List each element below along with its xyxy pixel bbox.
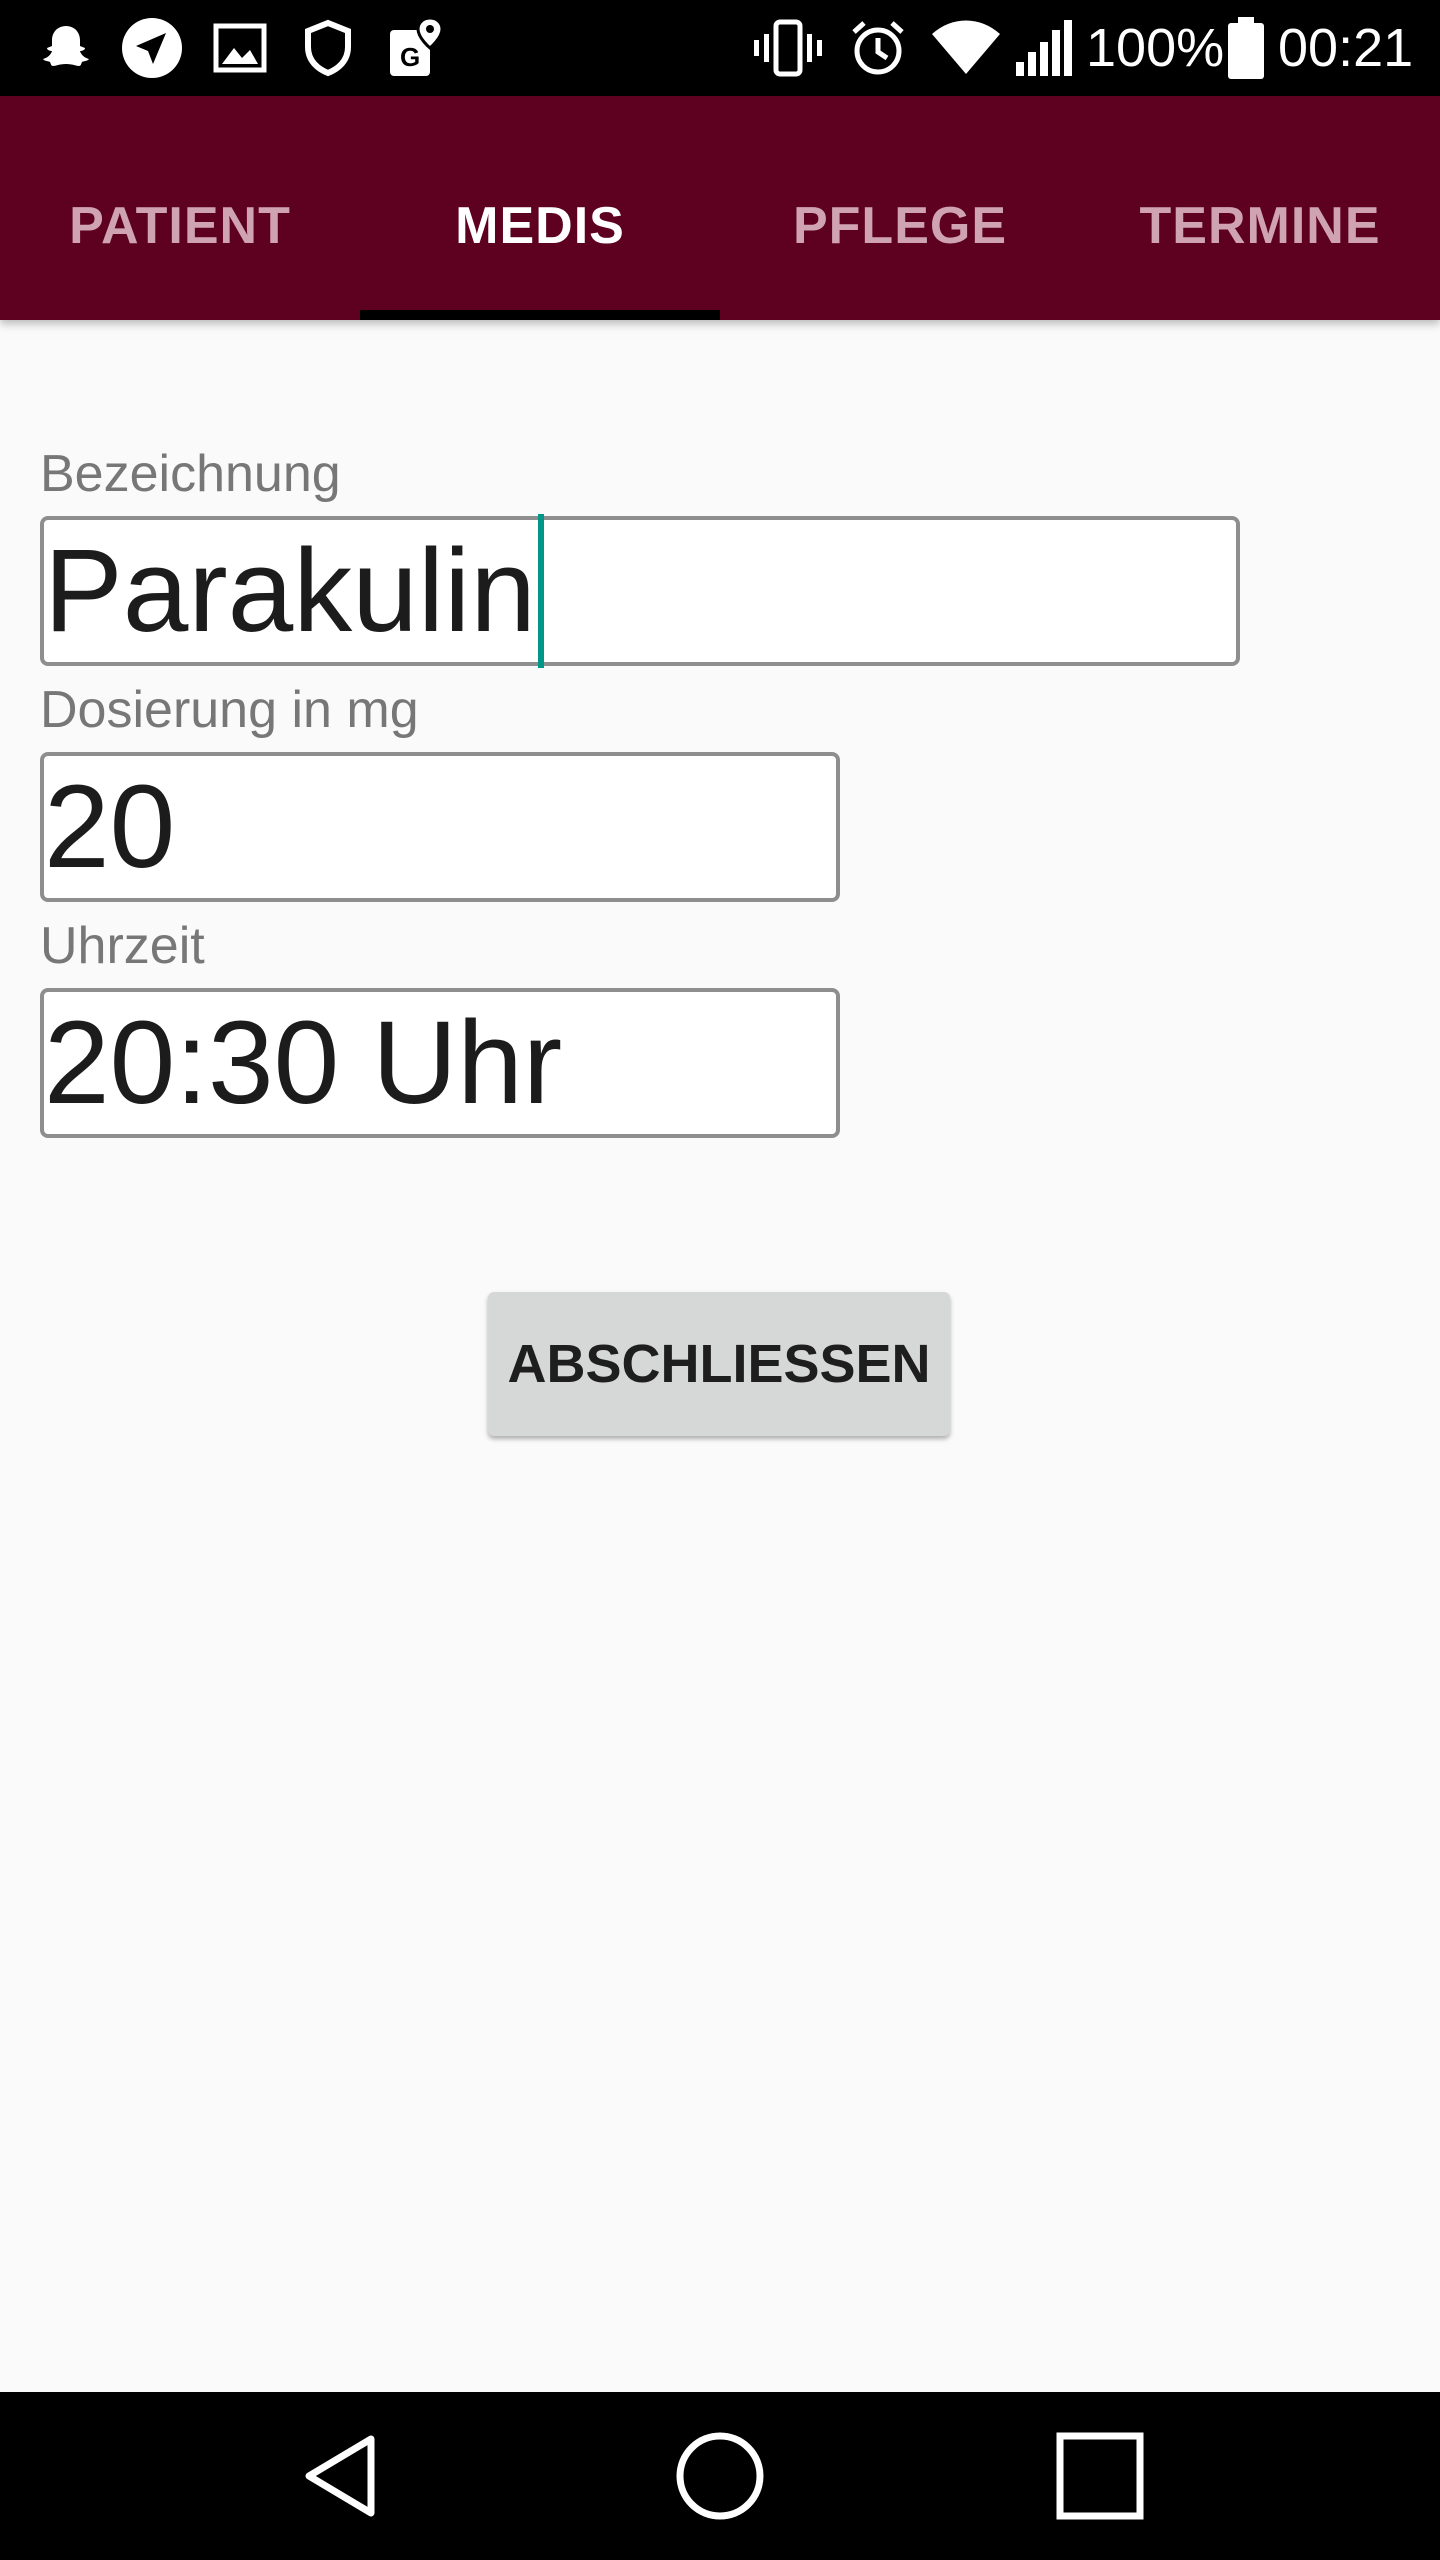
battery-percent: 100% xyxy=(1086,18,1225,78)
name-input-content: Parakulin xyxy=(44,514,544,668)
time-value: 20:30 Uhr xyxy=(44,997,563,1129)
name-label: Bezeichnung xyxy=(40,445,341,503)
active-tab-indicator xyxy=(360,310,720,320)
shield-icon xyxy=(298,0,358,96)
home-icon[interactable] xyxy=(620,2392,820,2560)
battery-icon xyxy=(1226,0,1266,96)
time-input[interactable]: 20:30 Uhr xyxy=(40,988,840,1138)
clock: 00:21 xyxy=(1278,18,1414,78)
tab-medis[interactable]: MEDIS xyxy=(360,96,720,320)
tab-pflege[interactable]: PFLEGE xyxy=(720,96,1080,320)
dose-value: 20 xyxy=(44,761,176,893)
signal-icon xyxy=(1012,0,1076,96)
maps-icon: G xyxy=(384,0,448,96)
status-bar: G 100% 00:21 xyxy=(0,0,1440,96)
dose-label: Dosierung in mg xyxy=(40,681,419,739)
snapchat-icon xyxy=(36,0,96,96)
back-icon[interactable] xyxy=(240,2392,440,2560)
submit-button[interactable]: ABSCHLIESSEN xyxy=(488,1292,950,1436)
vibrate-icon xyxy=(748,0,828,96)
navigation-bar xyxy=(0,2392,1440,2560)
gallery-icon xyxy=(210,0,270,96)
tab-patient[interactable]: PATIENT xyxy=(0,96,360,320)
tab-termine[interactable]: TERMINE xyxy=(1080,96,1440,320)
svg-text:G: G xyxy=(400,42,420,72)
name-input[interactable]: Parakulin xyxy=(40,514,1240,668)
recents-icon[interactable] xyxy=(1000,2392,1200,2560)
dose-input[interactable]: 20 xyxy=(40,752,840,902)
wifi-icon xyxy=(928,0,1004,96)
alarm-icon xyxy=(846,0,910,96)
name-value: Parakulin xyxy=(44,525,536,657)
tab-bar: PATIENT MEDIS PFLEGE TERMINE xyxy=(0,96,1440,320)
time-label: Uhrzeit xyxy=(40,917,205,975)
telegram-icon xyxy=(118,0,186,96)
text-cursor xyxy=(537,514,544,668)
